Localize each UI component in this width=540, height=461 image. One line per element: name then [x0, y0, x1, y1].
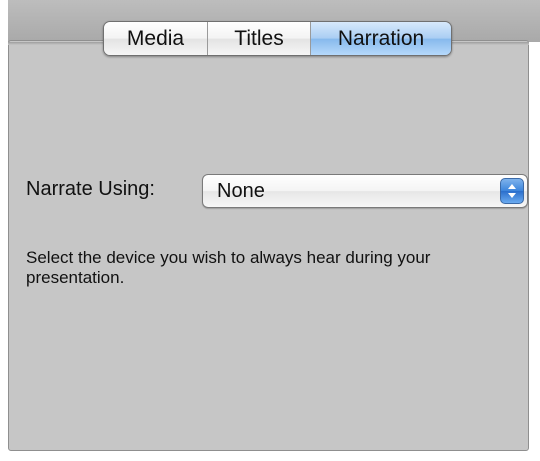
narrate-using-label: Narrate Using: — [26, 178, 155, 200]
narrate-using-select[interactable]: None — [202, 174, 528, 208]
narration-panel — [8, 40, 529, 451]
tab-media[interactable]: Media — [104, 22, 208, 55]
up-down-chevrons-icon[interactable] — [500, 178, 524, 204]
window-right-edge — [529, 42, 540, 461]
tab-titles[interactable]: Titles — [208, 22, 311, 55]
narration-help-text: Select the device you wish to always hea… — [26, 248, 431, 287]
preferences-window: Media Titles Narration Narrate Using: No… — [0, 0, 540, 461]
tab-bar: Media Titles Narration — [103, 21, 452, 56]
narrate-using-value: None — [217, 180, 265, 202]
tab-narration[interactable]: Narration — [311, 22, 451, 55]
